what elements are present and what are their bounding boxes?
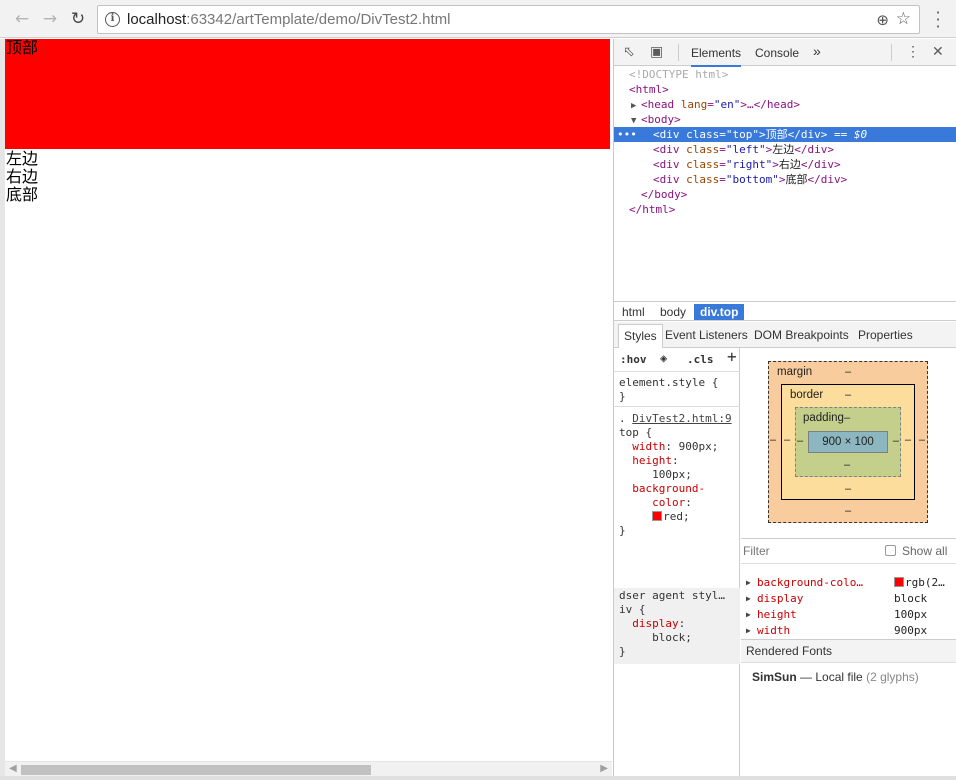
user-agent-rule[interactable]: dser agent styl… iv { display: block; }: [614, 588, 740, 664]
computed-row-display[interactable]: ▶ display block: [741, 591, 956, 607]
dom-tree: <!DOCTYPE html> <html> ▶ <head lang="en">…: [614, 67, 956, 301]
url-host: localhost: [127, 11, 187, 28]
tab-dom-breakpoints[interactable]: DOM Breakpoints: [754, 328, 849, 342]
tab-event-listeners[interactable]: Event Listeners: [665, 328, 748, 342]
dom-body-open[interactable]: ▼ <body>: [614, 112, 956, 127]
computed-filter-bar: Show all: [741, 538, 956, 564]
new-rule-button[interactable]: +: [727, 349, 737, 365]
margin-label: margin: [777, 366, 813, 378]
dom-doctype[interactable]: <!DOCTYPE html>: [614, 67, 956, 82]
computed-row-height[interactable]: ▶ height 100px: [741, 607, 956, 623]
expand-triangle-icon[interactable]: ▶: [746, 623, 751, 639]
top-text: 顶部: [6, 38, 39, 57]
info-icon[interactable]: i: [105, 12, 120, 27]
crumb-html[interactable]: html: [616, 304, 651, 320]
font-name: SimSun: [752, 670, 797, 684]
forward-arrow-icon[interactable]: →: [40, 9, 60, 29]
tab-console[interactable]: Console: [755, 46, 799, 60]
horizontal-scrollbar[interactable]: ◀ ▶: [5, 761, 612, 776]
dom-body-close[interactable]: </body>: [614, 187, 956, 202]
browser-menu-icon[interactable]: · · ·: [934, 5, 942, 35]
sidebar-tabs: Styles Event Listeners DOM Breakpoints P…: [614, 322, 956, 348]
scrollbar-thumb[interactable]: [21, 765, 371, 775]
crumb-body[interactable]: body: [654, 304, 692, 320]
bookmark-star-icon[interactable]: ☆: [896, 9, 911, 29]
more-tabs-icon[interactable]: »: [813, 43, 821, 59]
scroll-right-arrow-icon[interactable]: ▶: [600, 763, 608, 774]
border-label: border: [790, 389, 824, 401]
browser-toolbar: ← → ↻ i localhost:63342/artTemplate/demo…: [0, 0, 956, 38]
crumb-div-top[interactable]: div.top: [694, 304, 745, 320]
font-glyph-count: (2 glyphs): [866, 670, 919, 684]
dom-head[interactable]: ▶ <head lang="en">…</head>: [614, 97, 956, 112]
breadcrumb: html body div.top: [614, 301, 956, 321]
scroll-left-arrow-icon[interactable]: ◀: [9, 763, 17, 774]
box-model-content[interactable]: 900 × 100: [808, 431, 888, 453]
expand-triangle-icon[interactable]: ▶: [746, 575, 751, 591]
div-bottom: 底部: [6, 185, 39, 204]
box-model-border[interactable]: border – – – – padding – – – – 900 × 100: [781, 384, 915, 500]
color-swatch[interactable]: [652, 511, 663, 521]
zoom-icon[interactable]: ⊕: [876, 11, 889, 29]
dom-html-close[interactable]: </html>: [614, 202, 956, 217]
back-arrow-icon[interactable]: ←: [12, 9, 32, 29]
padding-label: padding: [803, 412, 844, 424]
expand-triangle-icon[interactable]: ▶: [746, 607, 751, 623]
tab-properties[interactable]: Properties: [858, 328, 913, 342]
tab-elements[interactable]: Elements: [691, 46, 742, 67]
class-toggle[interactable]: .cls: [687, 353, 714, 367]
box-model-padding[interactable]: padding – – – – 900 × 100: [795, 407, 901, 477]
tab-styles[interactable]: Styles: [618, 324, 663, 348]
div-left: 左边: [6, 149, 39, 168]
top-rule[interactable]: . DivTest2.html:9 top { width: 900px; he…: [614, 412, 740, 538]
devtools-menu-icon[interactable]: ⋮: [906, 43, 920, 60]
styles-pane: :hov ◈ .cls + element.style {} . DivTest…: [614, 348, 740, 780]
color-swatch[interactable]: [894, 577, 904, 587]
device-toolbar-icon[interactable]: ▣: [650, 43, 663, 60]
window-bottom-edge: [0, 776, 956, 780]
toolbar-divider: [678, 44, 679, 61]
computed-row-background-color[interactable]: ▶ background-colo… rgb(2…: [741, 575, 956, 591]
url-path: :63342/artTemplate/demo/DivTest2.html: [186, 11, 451, 28]
hover-state-toggle[interactable]: :hov: [620, 353, 647, 367]
dom-html-open[interactable]: <html>: [614, 82, 956, 97]
element-style-rule[interactable]: element.style {}: [614, 376, 740, 404]
font-source: Local file: [815, 670, 863, 684]
rendered-fonts-header[interactable]: Rendered Fonts: [741, 639, 956, 663]
box-model-margin[interactable]: margin – – – – border – – – – padding – …: [768, 361, 928, 523]
rendered-font-entry: SimSun — Local file (2 glyphs): [752, 670, 919, 684]
address-bar[interactable]: i localhost:63342/artTemplate/demo/DivTe…: [97, 5, 920, 34]
computed-row-width[interactable]: ▶ width 900px: [741, 623, 956, 639]
toolbar-divider: [891, 44, 892, 61]
computed-pane: margin – – – – border – – – – padding – …: [741, 348, 956, 780]
page-viewport: 顶部 左边 右边 底部 ◀ ▶: [0, 39, 612, 780]
computed-filter-input[interactable]: [743, 542, 873, 560]
expand-triangle-icon[interactable]: ▶: [746, 591, 751, 607]
dom-div-bottom[interactable]: <div class="bottom">底部</div>: [614, 172, 956, 187]
browser-window: ← → ↻ i localhost:63342/artTemplate/demo…: [0, 0, 956, 780]
dom-div-left[interactable]: <div class="left">左边</div>: [614, 142, 956, 157]
node-actions-icon[interactable]: •••: [617, 127, 637, 142]
dom-div-top-selected[interactable]: ••• <div class="top">顶部</div> == $0: [614, 127, 956, 142]
div-top: 顶部: [5, 39, 610, 149]
reload-icon[interactable]: ↻: [68, 9, 88, 29]
url-text[interactable]: localhost:63342/artTemplate/demo/DivTest…: [127, 11, 451, 28]
show-all-checkbox[interactable]: [885, 545, 896, 556]
show-all-label: Show all: [902, 544, 948, 558]
rule-source-link[interactable]: DivTest2.html:9: [632, 412, 731, 425]
devtools-tabbar: ⬁ ▣ Elements Console » ⋮ ✕: [614, 39, 956, 67]
devtools-panel: ⬁ ▣ Elements Console » ⋮ ✕ <!DOCTYPE htm…: [613, 39, 956, 780]
div-right: 右边: [6, 167, 39, 186]
close-devtools-icon[interactable]: ✕: [932, 43, 944, 60]
inspect-element-icon[interactable]: ⬁: [623, 43, 635, 60]
styles-filter-bar: :hov ◈ .cls +: [614, 348, 740, 372]
rule-divider: [614, 406, 740, 407]
dom-div-right[interactable]: <div class="right">右边</div>: [614, 157, 956, 172]
paint-icon[interactable]: ◈: [660, 351, 667, 365]
